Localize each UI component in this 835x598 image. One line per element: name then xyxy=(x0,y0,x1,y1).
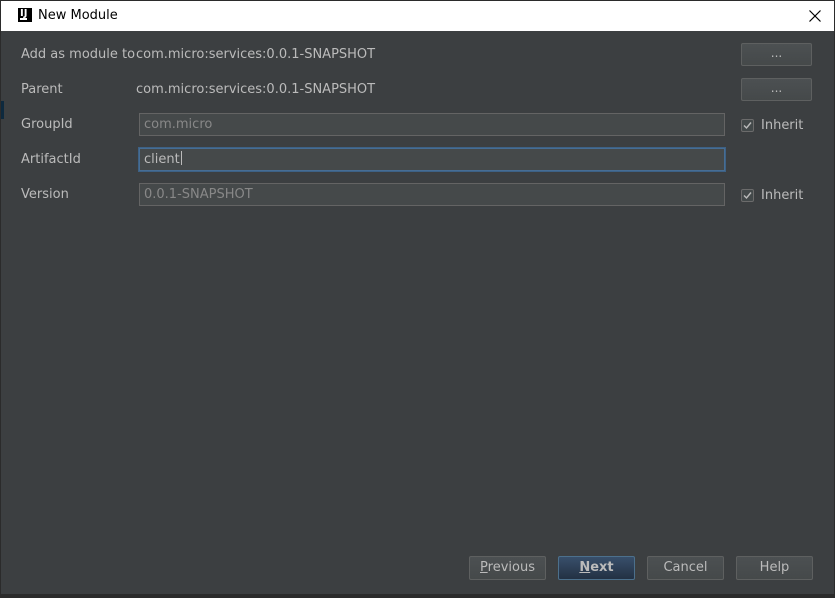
previous-mnemonic: P xyxy=(480,560,488,575)
title-bar: IJ New Module xyxy=(1,1,834,31)
parent-label: Parent xyxy=(21,82,63,97)
dialog-title: New Module xyxy=(38,8,118,23)
version-field[interactable]: 0.0.1-SNAPSHOT xyxy=(139,183,725,206)
parent-browse-button[interactable]: ... xyxy=(741,78,812,101)
version-value: 0.0.1-SNAPSHOT xyxy=(144,187,253,202)
version-inherit-checkbox[interactable]: Inherit xyxy=(741,188,803,203)
next-mnemonic: N xyxy=(579,560,591,575)
check-icon xyxy=(743,122,752,130)
group-id-inherit-label: Inherit xyxy=(761,118,804,133)
intellij-app-icon: IJ xyxy=(17,7,33,23)
group-id-inherit-checkbox[interactable]: Inherit xyxy=(741,118,803,133)
add-as-module-label: Add as module to xyxy=(21,47,136,62)
help-button[interactable]: Help xyxy=(736,556,813,580)
add-as-module-browse-button[interactable]: ... xyxy=(741,43,812,66)
check-icon xyxy=(743,192,752,200)
artifact-id-field[interactable]: client xyxy=(139,148,725,171)
artifact-id-value: client xyxy=(144,152,180,167)
new-module-dialog: IJ New Module Add as module to com.micro… xyxy=(0,0,835,598)
version-label: Version xyxy=(21,187,69,202)
next-label-rest: ext xyxy=(590,560,614,575)
checkbox-checked[interactable] xyxy=(741,119,754,132)
text-caret xyxy=(180,151,182,165)
background-window-edge xyxy=(1,101,4,119)
close-icon xyxy=(809,10,821,22)
previous-button[interactable]: Previous xyxy=(469,556,546,580)
bottom-edge xyxy=(1,594,834,598)
parent-value: com.micro:services:0.0.1-SNAPSHOT xyxy=(136,82,376,97)
add-as-module-value: com.micro:services:0.0.1-SNAPSHOT xyxy=(136,47,376,62)
previous-label-rest: revious xyxy=(487,560,535,575)
group-id-field[interactable]: com.micro xyxy=(139,113,725,136)
group-id-label: GroupId xyxy=(21,117,73,132)
next-button[interactable]: Next xyxy=(558,556,635,580)
cancel-button[interactable]: Cancel xyxy=(647,556,724,580)
checkbox-checked[interactable] xyxy=(741,189,754,202)
close-button[interactable] xyxy=(802,4,828,28)
version-inherit-label: Inherit xyxy=(761,188,804,203)
group-id-value: com.micro xyxy=(144,117,213,132)
artifact-id-label: ArtifactId xyxy=(21,152,81,167)
